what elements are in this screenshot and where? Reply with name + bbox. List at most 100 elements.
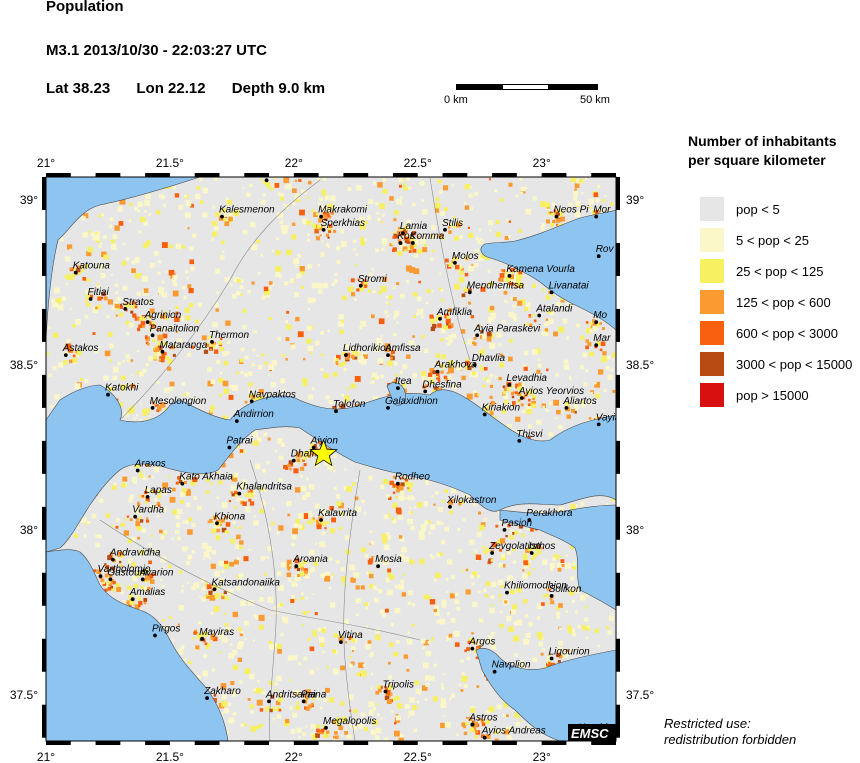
town-label: Atalandi	[535, 304, 573, 315]
town-label: Galaxidhion	[385, 396, 438, 407]
town-label: Stratos	[122, 297, 154, 308]
town-label: Rov	[596, 244, 615, 255]
town-label: Tripolis	[383, 680, 414, 691]
legend-label: 3000 < pop < 15000	[736, 357, 853, 372]
town-label: Pasion	[502, 518, 533, 529]
town-label: Mor	[593, 205, 611, 216]
lon-tick-label: 21°	[37, 156, 55, 170]
town-label: Paina	[301, 689, 327, 700]
town-label: Vardha	[132, 505, 164, 516]
town-label: Araxos	[134, 459, 166, 470]
town-label: Katouna	[73, 261, 111, 272]
town-label: Katsandonaiika	[212, 577, 281, 588]
town-label: Navpaktos	[249, 389, 296, 400]
legend-label: 25 < pop < 125	[736, 264, 824, 279]
town-label: Aroania	[292, 554, 328, 565]
town-label: Molos	[452, 251, 479, 262]
town-label: Sperkhias	[321, 218, 365, 229]
town-label: Agrinion	[144, 310, 182, 321]
town-label: Ayios Andreas	[481, 726, 546, 737]
town-label: Solikon	[549, 584, 582, 595]
town-label: Astakos	[62, 343, 99, 354]
town-label: Mesolongion	[150, 396, 207, 407]
town-label: Makrakomi	[318, 205, 368, 216]
lon-tick-label: 21°	[37, 750, 55, 763]
legend-title: Number of inhabitants per square kilomet…	[688, 132, 837, 170]
lat-tick-label: 39°	[626, 193, 644, 207]
town-label: Rodheo	[395, 472, 430, 483]
lon-tick-label: 21.5°	[156, 750, 184, 763]
town-label: Thisvi	[516, 429, 543, 440]
town-label: Kamena Vourla	[506, 264, 575, 275]
town-label: Mo	[593, 310, 607, 321]
town-label: Vitina	[338, 630, 363, 641]
emsc-badge-label: EMSC	[571, 726, 609, 741]
town-label: Andirrion	[233, 409, 274, 420]
legend-swatch	[700, 197, 724, 221]
legend-swatch	[700, 383, 724, 407]
town-label: Amalias	[129, 587, 166, 598]
lon-tick-label: 22.5°	[404, 750, 432, 763]
legend-label: 125 < pop < 600	[736, 295, 831, 310]
legend-label: 5 < pop < 25	[736, 233, 810, 248]
town-label: Amfiklia	[436, 307, 472, 318]
legend-label: pop < 5	[736, 202, 780, 217]
town-label: Thermon	[209, 330, 249, 341]
lon-tick-label: 23°	[533, 750, 551, 763]
town-label: Megalopolis	[323, 716, 376, 727]
population-map[interactable]: FournaKalesmenon MakrakomiSperkhias Lamia S…	[0, 0, 860, 763]
legend-label: 600 < pop < 3000	[736, 326, 838, 341]
town-label: Navplion	[492, 660, 531, 671]
lon-tick-label: 22°	[285, 750, 303, 763]
legend-label: pop > 15000	[736, 388, 809, 403]
lat-tick-label: 38.5°	[626, 358, 654, 372]
legend-swatch	[700, 321, 724, 345]
town-label: Zakharo	[203, 686, 241, 697]
town-label: Amfissa	[384, 343, 421, 354]
town-label: Andravidha	[109, 548, 161, 559]
town-label: Katokhi	[105, 383, 139, 394]
town-label: Mayiras	[199, 627, 234, 638]
usage-notice: Restricted use: redistribution forbidden	[664, 716, 796, 748]
town-label: Neos Pi	[554, 205, 590, 216]
town-label: Astros	[468, 713, 497, 724]
town-label: Kato Akhaia	[179, 472, 233, 483]
town-label: Kalesmenon	[219, 205, 275, 216]
town-label: Vayia	[596, 412, 621, 423]
legend-swatch	[700, 228, 724, 252]
lat-tick-label: 38°	[626, 523, 644, 537]
town-label: Mosia	[375, 554, 402, 565]
town-label: Stilis	[442, 218, 463, 229]
lon-tick-label: 21.5°	[156, 156, 184, 170]
town-label: Fitiai	[88, 287, 110, 298]
lat-tick-label: 38.5°	[10, 358, 38, 372]
town-label: Perakhora	[526, 508, 573, 519]
town-label: Kiriakion	[482, 403, 521, 414]
town-label: Komma	[410, 231, 445, 242]
town-label: Aliartos	[562, 396, 596, 407]
usage-notice-line2: redistribution forbidden	[664, 732, 797, 747]
town-label: Patrai	[226, 436, 253, 447]
town-label: Mendhenitsa	[467, 280, 525, 291]
town-label: Stromi	[358, 274, 388, 285]
town-label: Ayia Paraskevi	[473, 323, 541, 334]
legend-title-line2: per square kilometer	[688, 152, 826, 168]
lat-tick-label: 39°	[20, 193, 38, 207]
legend-swatch	[700, 352, 724, 376]
usage-notice-line1: Restricted use:	[664, 716, 751, 731]
legend-swatch	[700, 290, 724, 314]
town-label: Isthos	[529, 541, 556, 552]
town-label: Itea	[395, 376, 412, 387]
town-label: Levadhia	[506, 373, 547, 384]
lat-tick-label: 38°	[20, 523, 38, 537]
town-label: Khiona	[214, 511, 246, 522]
town-label: Argos	[468, 637, 495, 648]
map-body: FournaKalesmenon MakrakomiSperkhias Lamia S…	[46, 177, 621, 741]
town-label: Arakhova	[434, 360, 478, 371]
lat-tick-label: 37.5°	[10, 688, 38, 702]
town-label: Livanatai	[549, 280, 590, 291]
town-label: Ligourion	[549, 647, 591, 658]
lon-tick-label: 23°	[533, 156, 551, 170]
town-label: Panaitolion	[150, 323, 200, 334]
town-label: Tolofon	[333, 399, 366, 410]
